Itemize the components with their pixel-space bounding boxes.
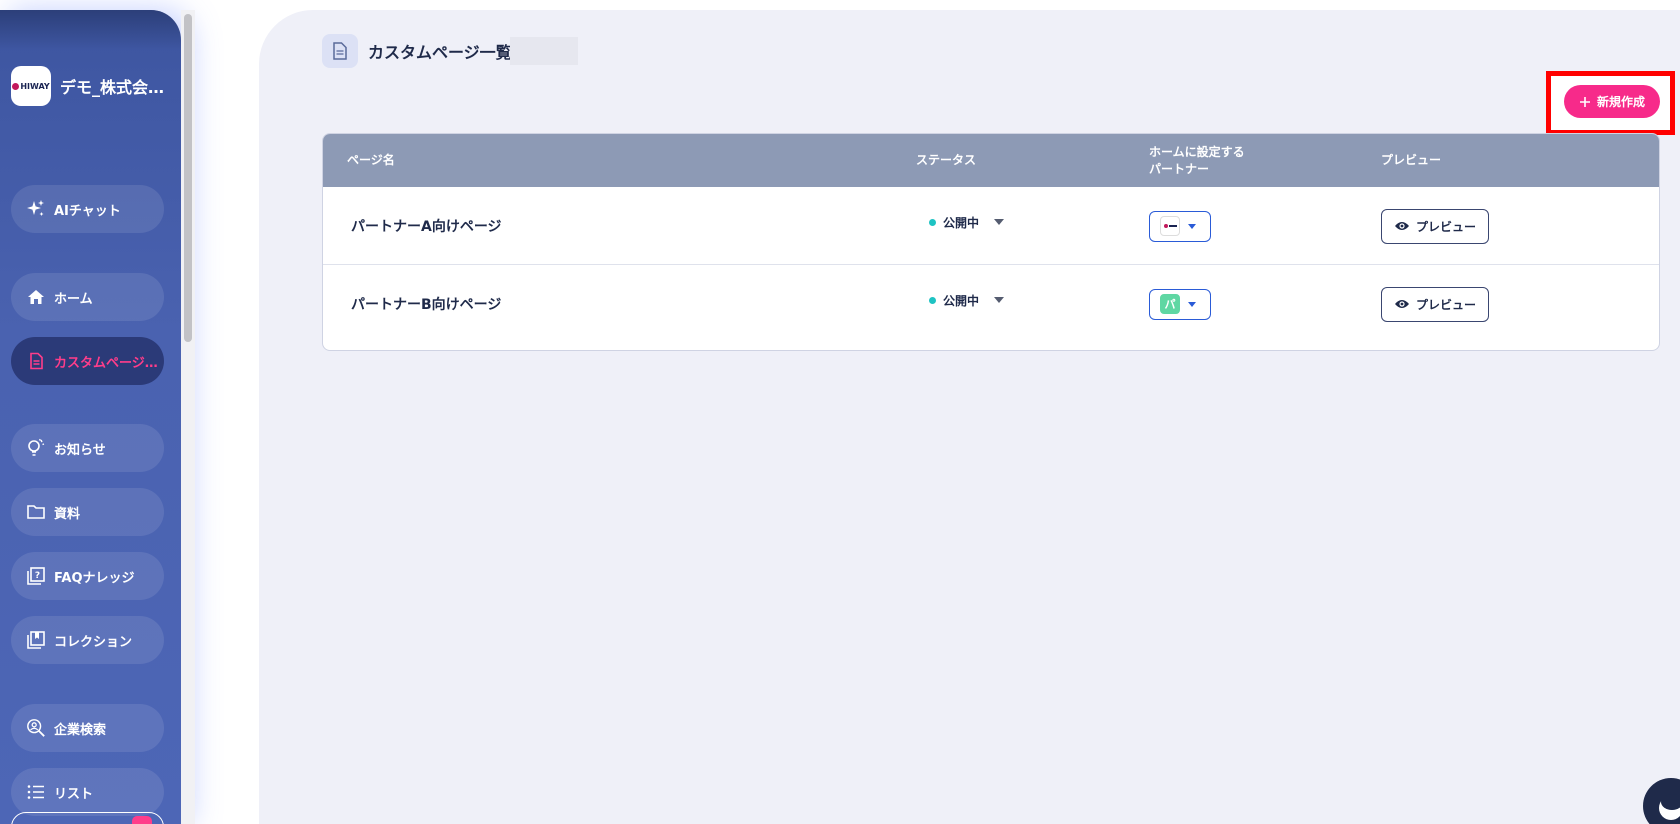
status-dot xyxy=(929,218,936,226)
column-header-home-partner: ホームに設定する パートナー xyxy=(1149,134,1245,187)
status-dropdown[interactable]: 公開中 xyxy=(929,261,1005,339)
sidebar-item-news[interactable]: お知らせ xyxy=(11,424,164,472)
brand[interactable]: HIWAY デモ_株式会社… xyxy=(11,66,170,106)
faq-icon: ? xyxy=(26,566,46,586)
document-icon xyxy=(26,351,46,371)
preview-button[interactable]: プレビュー xyxy=(1381,208,1489,244)
caret-down-icon xyxy=(994,297,1005,303)
eye-icon xyxy=(1394,300,1409,308)
home-icon xyxy=(26,287,46,307)
page-header: カスタムページ一覧 xyxy=(322,34,578,68)
status-dot xyxy=(929,296,936,304)
lightbulb-icon xyxy=(26,438,46,458)
sidebar-item-company-search[interactable]: 企業検索 xyxy=(11,704,164,752)
collection-icon xyxy=(26,630,46,650)
preview-button-label: プレビュー xyxy=(1415,219,1476,234)
sidebar-item-ai-chat[interactable]: AIチャット xyxy=(11,185,164,233)
redacted-area xyxy=(509,37,578,65)
sidebar-item-collection[interactable]: コレクション xyxy=(11,616,164,664)
sidebar-item-label: お知らせ xyxy=(54,442,106,458)
svg-text:?: ? xyxy=(35,571,40,581)
partner-select[interactable]: パ xyxy=(1149,288,1211,320)
document-icon xyxy=(322,34,358,68)
sidebar-item-label: AIチャット xyxy=(54,203,121,219)
new-create-button-label: 新規作成 xyxy=(1596,95,1645,109)
page-title: カスタムページ一覧 xyxy=(368,43,512,62)
partner-cell: パ xyxy=(1149,265,1211,343)
page-name-cell[interactable]: パートナーB向けページ xyxy=(351,265,501,343)
partner-logo-thumbnail xyxy=(1160,216,1180,236)
column-header-preview: プレビュー xyxy=(1381,153,1442,168)
sidebar-item-custom-pages[interactable]: カスタムページ… xyxy=(11,337,164,385)
brand-logo: HIWAY xyxy=(11,66,51,106)
brand-logo-dot xyxy=(12,82,20,90)
sidebar-item-label: 企業検索 xyxy=(54,722,107,738)
partner-cell xyxy=(1149,187,1211,265)
sidebar-top-fade xyxy=(0,10,181,50)
column-header-partner-line: パートナー xyxy=(1149,161,1210,176)
status-label: 公開中 xyxy=(943,293,980,308)
sidebar-item-label: ホーム xyxy=(54,291,93,307)
brand-logo-text: HIWAY xyxy=(20,81,50,91)
notification-badge xyxy=(132,816,152,824)
table-row: パートナーA向けページ 公開中 プレビュー xyxy=(323,187,1659,265)
folder-icon xyxy=(26,502,46,522)
sidebar-scrollbar-thumb[interactable] xyxy=(184,14,192,342)
status-dropdown[interactable]: 公開中 xyxy=(929,183,1005,261)
chevron-down-icon xyxy=(1188,223,1196,229)
custom-pages-table: ページ名 ステータス ホームに設定する パートナー プレビュー パートナーA向け… xyxy=(322,133,1660,351)
status-label: 公開中 xyxy=(943,215,980,230)
sidebar-item-label: リスト xyxy=(54,786,94,802)
table-row: パートナーB向けページ 公開中 パ プレビュー xyxy=(323,265,1659,343)
caret-down-icon xyxy=(994,219,1005,225)
partner-initial-thumbnail: パ xyxy=(1160,294,1180,314)
sidebar-item-label: カスタムページ… xyxy=(54,355,158,371)
preview-cell: プレビュー xyxy=(1381,265,1489,343)
company-search-icon xyxy=(26,718,46,738)
page-name-cell[interactable]: パートナーA向けページ xyxy=(351,187,502,265)
column-header-status: ステータス xyxy=(916,153,977,168)
column-header-home-line: ホームに設定する xyxy=(1149,144,1245,159)
eye-icon xyxy=(1394,222,1409,230)
chat-icon xyxy=(1659,794,1680,820)
sidebar-item-list[interactable]: リスト xyxy=(11,768,164,816)
partner-select[interactable] xyxy=(1149,210,1211,242)
brand-name: デモ_株式会社… xyxy=(60,78,170,97)
preview-cell: プレビュー xyxy=(1381,187,1489,265)
sidebar-item-label: FAQナレッジ xyxy=(54,570,135,586)
table-header: ページ名 ステータス ホームに設定する パートナー プレビュー xyxy=(323,134,1659,187)
sidebar xyxy=(0,10,181,824)
sparkle-icon xyxy=(26,199,46,219)
list-icon xyxy=(26,782,46,802)
preview-button-label: プレビュー xyxy=(1415,297,1476,312)
sidebar-item-materials[interactable]: 資料 xyxy=(11,488,164,536)
column-header-page-name: ページ名 xyxy=(347,153,395,168)
sidebar-item-home[interactable]: ホーム xyxy=(11,273,164,321)
chevron-down-icon xyxy=(1188,301,1196,307)
sidebar-item-label: コレクション xyxy=(54,634,133,650)
sidebar-item-faq-knowledge[interactable]: ? FAQナレッジ xyxy=(11,552,164,600)
plus-icon xyxy=(1579,96,1590,107)
sidebar-item-label: 資料 xyxy=(54,506,81,522)
new-create-button[interactable]: 新規作成 xyxy=(1564,85,1660,118)
preview-button[interactable]: プレビュー xyxy=(1381,286,1489,322)
